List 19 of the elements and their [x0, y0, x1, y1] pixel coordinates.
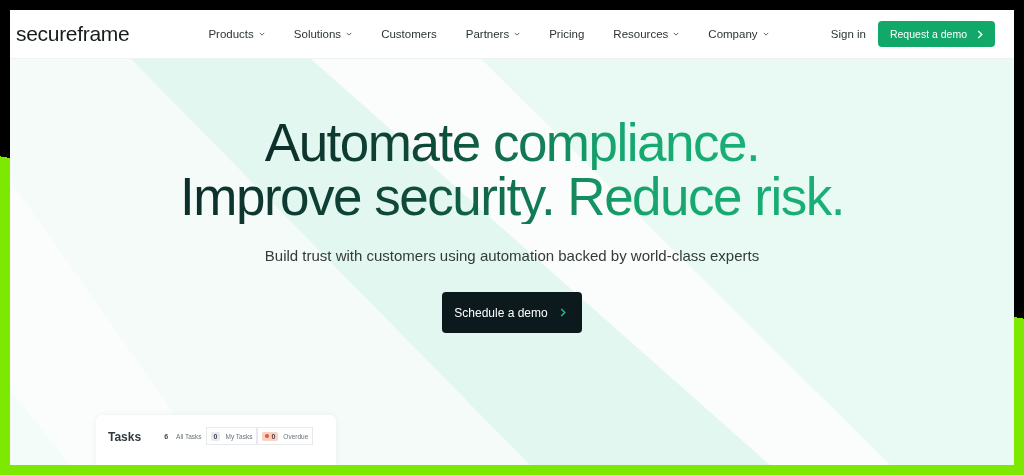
nav-link[interactable]: Customers: [381, 28, 437, 40]
sign-in-link[interactable]: Sign in: [830, 28, 866, 40]
subtitle: Build trust with customers using automation backed by world-class experts: [264, 247, 760, 264]
nav-link[interactable]: Resources: [613, 28, 680, 40]
tasks-title: Tasks: [108, 430, 142, 444]
chevron-down-icon: [673, 32, 680, 36]
nav-link[interactable]: Solutions: [293, 28, 353, 40]
chevron-down-icon: [762, 32, 769, 36]
nav-link[interactable]: Company: [708, 28, 769, 40]
chevron-down-icon: [346, 32, 353, 36]
nav-link[interactable]: Partners: [465, 28, 521, 40]
chevron-down-icon: [514, 32, 521, 36]
nav-link[interactable]: Products: [208, 28, 265, 40]
chevron-right-icon: [977, 29, 983, 39]
nav-link[interactable]: Pricing: [549, 28, 585, 40]
chevron-down-icon: [258, 32, 265, 36]
chevron-right-icon: [559, 308, 566, 317]
schedule-demo-button[interactable]: Schedule a demo: [442, 292, 582, 333]
brand-logo[interactable]: secureframe: [16, 22, 130, 46]
